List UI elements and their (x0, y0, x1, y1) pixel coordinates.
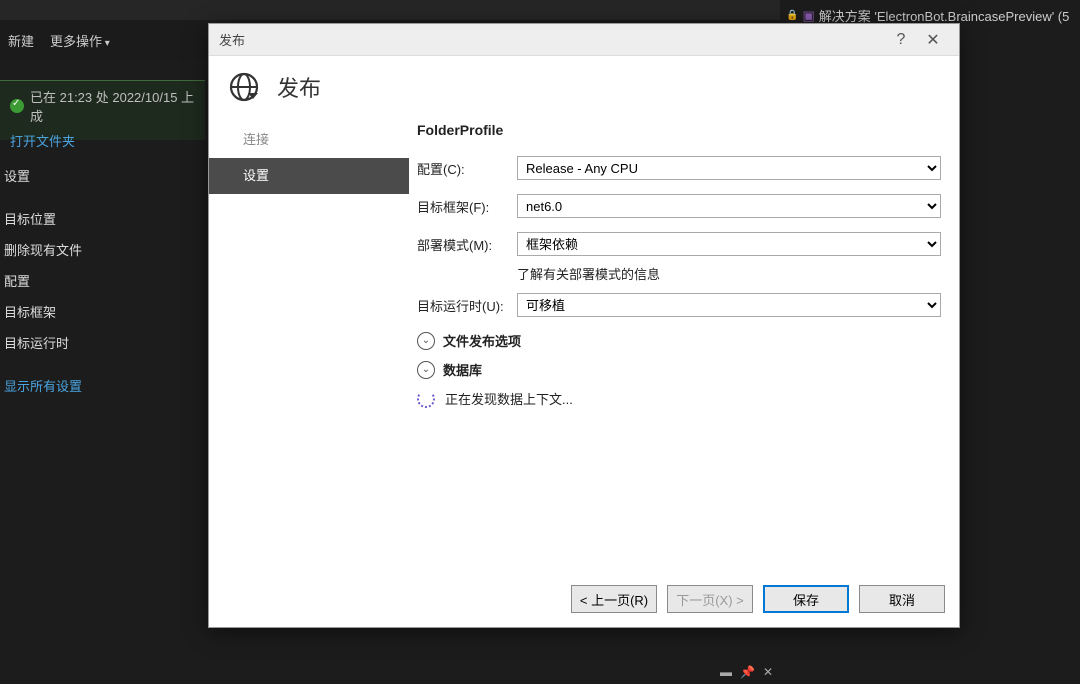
save-button[interactable]: 保存 (763, 585, 849, 613)
sidebar-item[interactable]: 目标位置 (0, 203, 205, 234)
status-text: 已在 21:23 处 2022/10/15 上成 (30, 87, 195, 125)
runtime-select[interactable]: 可移植 (517, 293, 941, 317)
deploy-mode-label: 部署模式(M): (417, 235, 517, 254)
deploy-mode-select[interactable]: 框架依赖 (517, 232, 941, 256)
open-folder-link[interactable]: 打开文件夹 (10, 131, 195, 150)
runtime-label: 目标运行时(U): (417, 296, 517, 315)
publish-status-panel: 已在 21:23 处 2022/10/15 上成 打开文件夹 (0, 80, 205, 140)
sidebar-item[interactable]: 配置 (0, 265, 205, 296)
close-panel-icon[interactable]: ✕ (763, 665, 773, 679)
help-button[interactable]: ? (885, 31, 917, 49)
spinner-icon (417, 390, 435, 408)
sidebar-item[interactable]: 目标运行时 (0, 327, 205, 358)
lock-icon: 🔒 (786, 10, 798, 21)
deploy-mode-info-link[interactable]: 了解有关部署模式的信息 (517, 267, 660, 282)
framework-label: 目标框架(F): (417, 197, 517, 216)
pin-icon[interactable]: 📌 (740, 665, 755, 679)
settings-sidebar: 设置 目标位置 删除现有文件 配置 目标框架 目标运行时 显示所有设置 (0, 160, 205, 401)
publish-dialog: 发布 ? ✕ 发布 连接 设置 FolderProfile 配置(C): Rel… (208, 23, 960, 628)
close-button[interactable]: ✕ (917, 30, 949, 50)
globe-icon (227, 70, 261, 104)
nav-step-settings[interactable]: 设置 (209, 158, 409, 194)
config-label: 配置(C): (417, 159, 517, 178)
window-position-icon[interactable]: ▬ (720, 665, 732, 679)
next-button: 下一页(X) > (667, 585, 753, 613)
settings-heading: 设置 (0, 160, 205, 191)
wizard-nav: 连接 设置 (209, 122, 409, 575)
profile-title: FolderProfile (417, 122, 941, 138)
success-icon (10, 99, 24, 113)
config-select[interactable]: Release - Any CPU (517, 156, 941, 180)
cancel-button[interactable]: 取消 (859, 585, 945, 613)
new-button[interactable]: 新建 (8, 31, 34, 50)
sidebar-item[interactable]: 删除现有文件 (0, 234, 205, 265)
framework-select[interactable]: net6.0 (517, 194, 941, 218)
solution-icon: ▣ (802, 8, 814, 24)
loading-text: 正在发现数据上下文... (445, 389, 573, 408)
expand-database-icon[interactable]: ⌄ (417, 361, 435, 379)
prev-button[interactable]: < 上一页(R) (571, 585, 657, 613)
dialog-title: 发布 (219, 30, 885, 49)
more-actions-button[interactable]: 更多操作 (50, 31, 110, 50)
expand-file-options-icon[interactable]: ⌄ (417, 332, 435, 350)
sidebar-item[interactable]: 目标框架 (0, 296, 205, 327)
show-all-settings-link[interactable]: 显示所有设置 (0, 370, 205, 401)
database-expander[interactable]: 数据库 (443, 360, 482, 379)
nav-step-connection[interactable]: 连接 (209, 122, 409, 158)
file-options-expander[interactable]: 文件发布选项 (443, 331, 521, 350)
dialog-heading: 发布 (277, 71, 321, 103)
